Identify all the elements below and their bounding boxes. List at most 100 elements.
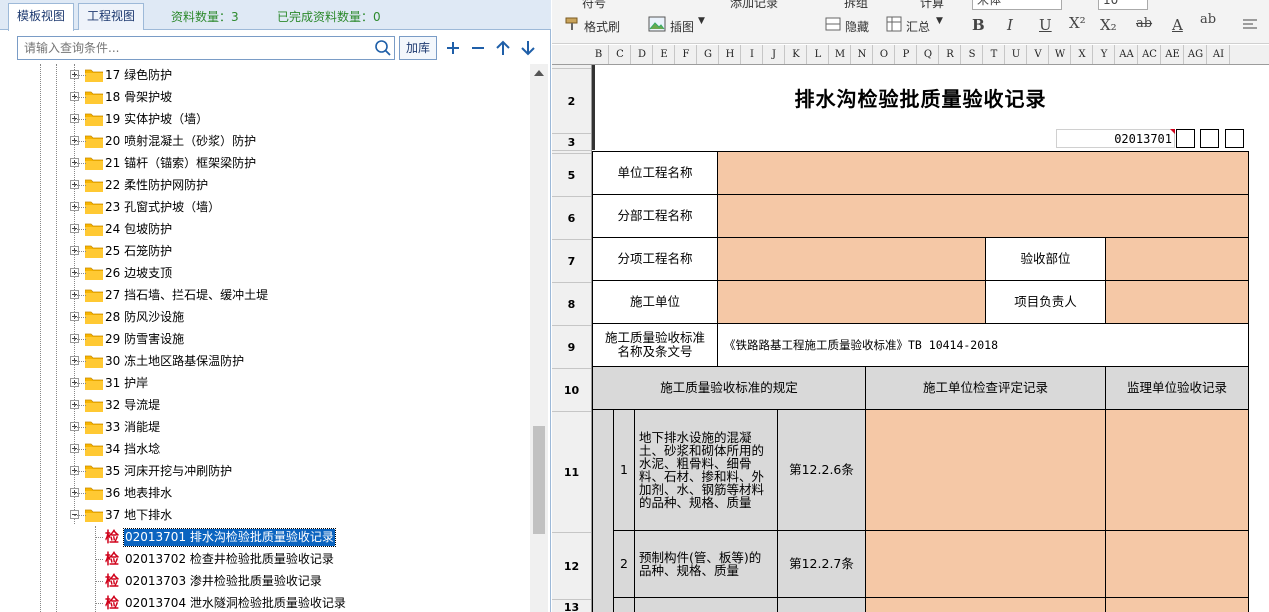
font-color-icon[interactable]: A — [1172, 16, 1183, 34]
constructor-input[interactable] — [718, 281, 986, 324]
column-header[interactable]: Q — [918, 45, 939, 64]
column-header[interactable]: I — [742, 45, 763, 64]
column-header[interactable]: AC — [1139, 45, 1161, 64]
item-project-input[interactable] — [718, 238, 986, 281]
split-group-button[interactable]: 拆组 — [844, 0, 868, 11]
item-self-check-3[interactable] — [866, 598, 1106, 612]
dropdown-arrow-icon[interactable]: ▼ — [698, 16, 705, 26]
column-header[interactable]: E — [654, 45, 675, 64]
summary-button[interactable]: 汇总 — [906, 18, 930, 35]
scroll-up-arrow-icon[interactable] — [534, 70, 544, 76]
tree-node-label: 32 导流堤 — [105, 398, 161, 412]
tree-scrollbar[interactable] — [530, 64, 548, 612]
item-supervisor-3[interactable] — [1106, 598, 1249, 612]
column-header[interactable]: AI — [1208, 45, 1230, 64]
sub-project-input[interactable] — [718, 195, 1249, 238]
column-header[interactable]: P — [896, 45, 917, 64]
pm-input[interactable] — [1106, 281, 1249, 324]
column-header[interactable]: AA — [1116, 45, 1138, 64]
column-header[interactable]: V — [1028, 45, 1049, 64]
item-self-check-1[interactable] — [866, 410, 1106, 531]
column-header[interactable]: B — [589, 45, 609, 64]
underline-icon[interactable]: U — [1039, 16, 1052, 34]
checkbox-2[interactable] — [1200, 129, 1219, 148]
tree-leaf-label[interactable]: 02013702 检查井检验批质量验收记录 — [124, 551, 335, 568]
phonetic-icon[interactable]: ab — [1200, 12, 1216, 27]
plus-icon[interactable] — [443, 38, 463, 58]
column-header[interactable]: S — [962, 45, 983, 64]
calculate-button[interactable]: 计算 — [920, 0, 944, 11]
column-header[interactable]: D — [632, 45, 653, 64]
item-no-1: 1 — [614, 410, 635, 531]
dropdown-arrow-icon[interactable]: ▼ — [936, 16, 943, 26]
folder-icon — [85, 355, 103, 368]
column-header[interactable]: K — [786, 45, 807, 64]
bold-icon[interactable]: B — [972, 16, 985, 34]
item-supervisor-2[interactable] — [1106, 531, 1249, 598]
hide-button[interactable]: 隐藏 — [845, 18, 869, 35]
minus-icon[interactable] — [468, 38, 488, 58]
tab-template-view[interactable]: 模板视图 — [8, 3, 75, 31]
font-name-select[interactable]: 宋体 — [972, 0, 1062, 10]
column-header[interactable]: W — [1050, 45, 1071, 64]
column-header[interactable]: F — [676, 45, 697, 64]
item-self-check-2[interactable] — [866, 531, 1106, 598]
column-header[interactable]: AE — [1162, 45, 1184, 64]
scrollbar-thumb[interactable] — [533, 426, 545, 534]
accept-part-input[interactable] — [1106, 238, 1249, 281]
row-header[interactable]: 13 — [552, 600, 591, 612]
unit-project-input[interactable] — [718, 152, 1249, 195]
tree-node-label: 28 防风沙设施 — [105, 310, 185, 324]
tab-project-view[interactable]: 工程视图 — [78, 3, 145, 30]
column-header[interactable]: H — [720, 45, 741, 64]
move-down-icon[interactable] — [518, 38, 538, 58]
move-up-icon[interactable] — [493, 38, 513, 58]
row-header[interactable]: 10 — [552, 369, 591, 412]
superscript-icon[interactable]: X² — [1069, 14, 1086, 32]
row-header[interactable]: 5 — [552, 154, 591, 197]
tree-leaf-label[interactable]: 02013701 排水沟检验批质量验收记录 — [123, 528, 336, 547]
row-header[interactable]: 2 — [552, 69, 591, 134]
checkbox-1[interactable] — [1176, 129, 1195, 148]
row-header[interactable]: 11 — [552, 412, 591, 533]
align-icon[interactable] — [1242, 18, 1258, 32]
column-header[interactable]: T — [984, 45, 1005, 64]
search-input[interactable] — [18, 37, 368, 59]
column-header[interactable]: U — [1006, 45, 1027, 64]
column-header[interactable]: G — [698, 45, 719, 64]
insert-picture-button[interactable]: 插图 — [670, 18, 694, 35]
checkbox-3[interactable] — [1225, 129, 1244, 148]
column-header[interactable]: N — [852, 45, 873, 64]
symbol-button[interactable]: 符号 — [582, 0, 606, 11]
format-painter-button[interactable]: 格式刷 — [584, 18, 620, 35]
standard-value[interactable]: 《铁路路基工程施工质量验收标准》TB 10414-2018 — [718, 324, 1249, 367]
font-size-select[interactable]: 10 — [1098, 0, 1148, 10]
subscript-icon[interactable]: X₂ — [1100, 16, 1117, 34]
row-header[interactable]: 7 — [552, 240, 591, 283]
column-header[interactable]: O — [874, 45, 895, 64]
add-library-button[interactable]: 加库 — [399, 36, 437, 60]
tree-guide-line — [74, 449, 86, 450]
form-code[interactable]: 02013701 — [1056, 129, 1175, 148]
row-header[interactable]: 9 — [552, 326, 591, 369]
tree-guide-line — [74, 75, 86, 76]
tree-leaf-label[interactable]: 02013704 泄水隧洞检验批质量验收记录 — [124, 595, 347, 612]
search-icon[interactable] — [374, 39, 392, 57]
column-header[interactable]: C — [610, 45, 631, 64]
column-header[interactable]: L — [808, 45, 829, 64]
row-header[interactable]: 3 — [552, 134, 591, 151]
italic-icon[interactable]: I — [1007, 16, 1013, 34]
column-header[interactable]: R — [940, 45, 961, 64]
item-supervisor-1[interactable] — [1106, 410, 1249, 531]
row-header[interactable]: 6 — [552, 197, 591, 240]
row-header[interactable]: 12 — [552, 533, 591, 600]
column-header[interactable]: AG — [1185, 45, 1207, 64]
column-header[interactable]: M — [830, 45, 851, 64]
strikethrough-icon[interactable]: ab — [1136, 16, 1152, 31]
tree-leaf-label[interactable]: 02013703 渗井检验批质量验收记录 — [124, 573, 323, 590]
row-header[interactable]: 8 — [552, 283, 591, 326]
column-header[interactable]: X — [1072, 45, 1093, 64]
column-header[interactable]: J — [764, 45, 785, 64]
add-record-button[interactable]: 添加记录 — [730, 0, 778, 11]
column-header[interactable]: Y — [1094, 45, 1115, 64]
